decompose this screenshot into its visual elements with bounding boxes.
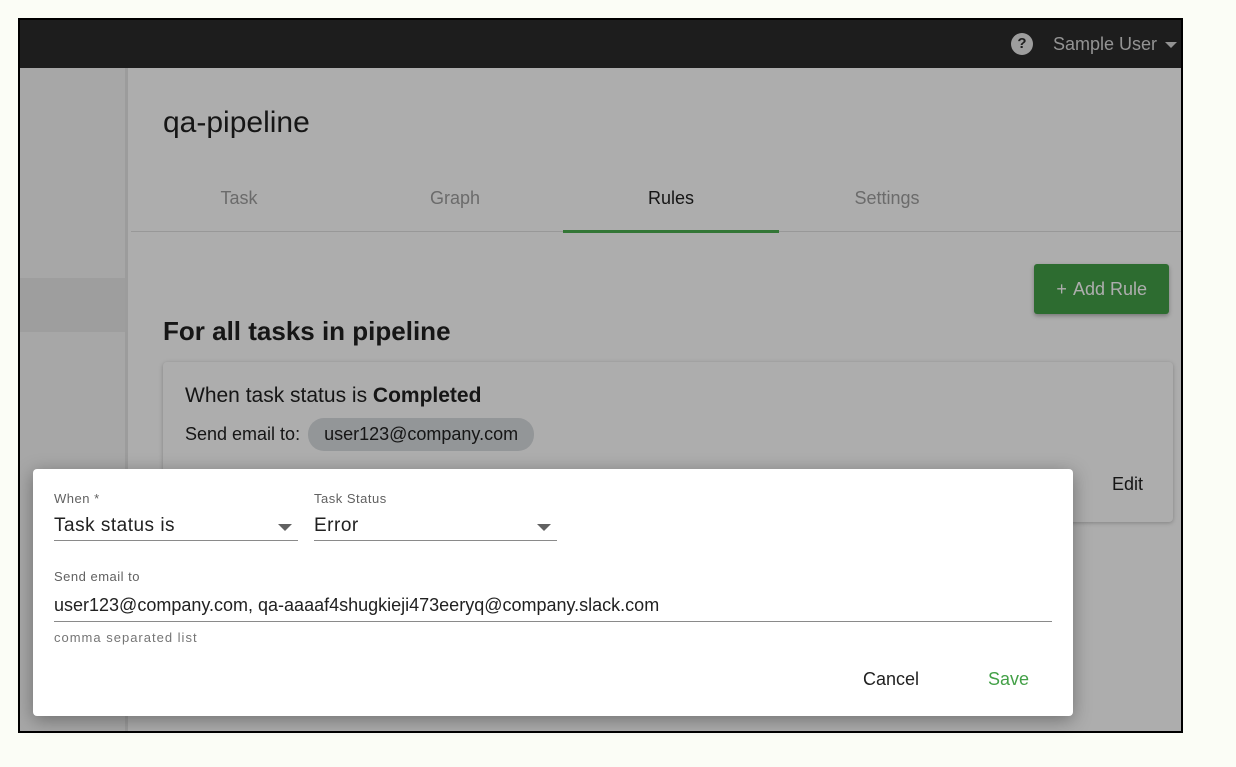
when-label: When *: [54, 491, 100, 506]
task-status-label: Task Status: [314, 491, 387, 506]
cancel-button[interactable]: Cancel: [863, 669, 919, 690]
edit-rule-dialog: When * Task status is Task Status Error …: [33, 469, 1073, 716]
dropdown-arrow-icon: [278, 524, 292, 531]
email-input[interactable]: [54, 589, 1052, 622]
email-label: Send email to: [54, 569, 140, 584]
dropdown-arrow-icon: [537, 524, 551, 531]
when-select[interactable]: Task status is: [54, 511, 298, 541]
task-status-select[interactable]: Error: [314, 511, 557, 541]
email-helper-text: comma separated list: [54, 630, 198, 645]
task-status-value: Error: [314, 515, 359, 536]
when-select-value: Task status is: [54, 515, 176, 536]
save-button[interactable]: Save: [988, 669, 1029, 690]
